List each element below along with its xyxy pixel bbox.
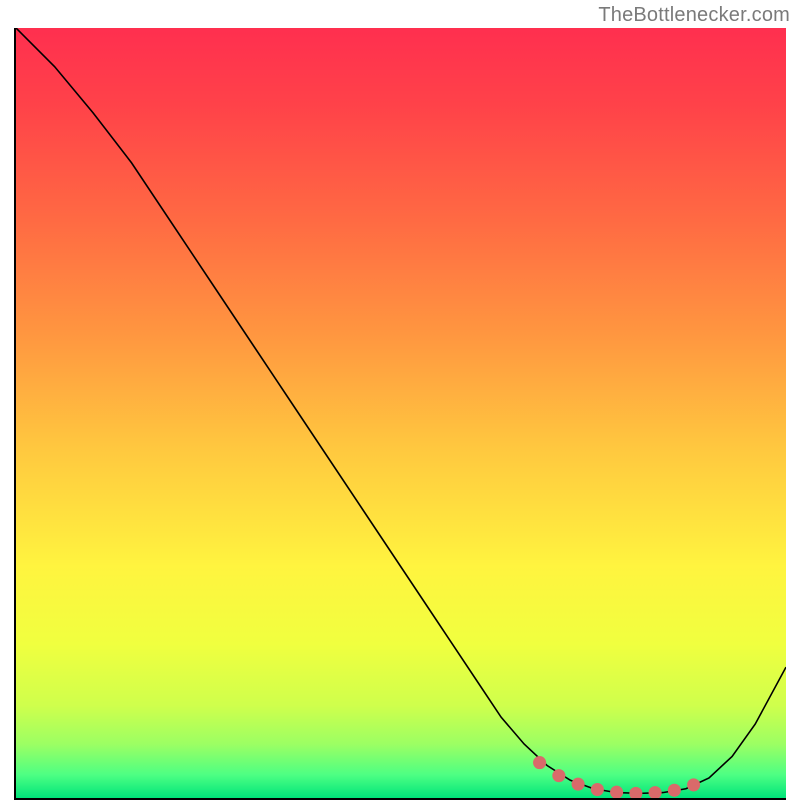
valley-marker-dot bbox=[552, 769, 565, 782]
plot-area bbox=[14, 28, 786, 800]
valley-marker-dot bbox=[533, 756, 546, 769]
valley-marker-dot bbox=[572, 778, 585, 791]
valley-marker-dot bbox=[591, 783, 604, 796]
chart-svg bbox=[16, 28, 786, 798]
attribution-text: TheBottlenecker.com bbox=[598, 4, 790, 27]
valley-marker-dot bbox=[668, 784, 681, 797]
valley-marker-dot bbox=[687, 778, 700, 791]
gradient-background bbox=[16, 28, 786, 798]
